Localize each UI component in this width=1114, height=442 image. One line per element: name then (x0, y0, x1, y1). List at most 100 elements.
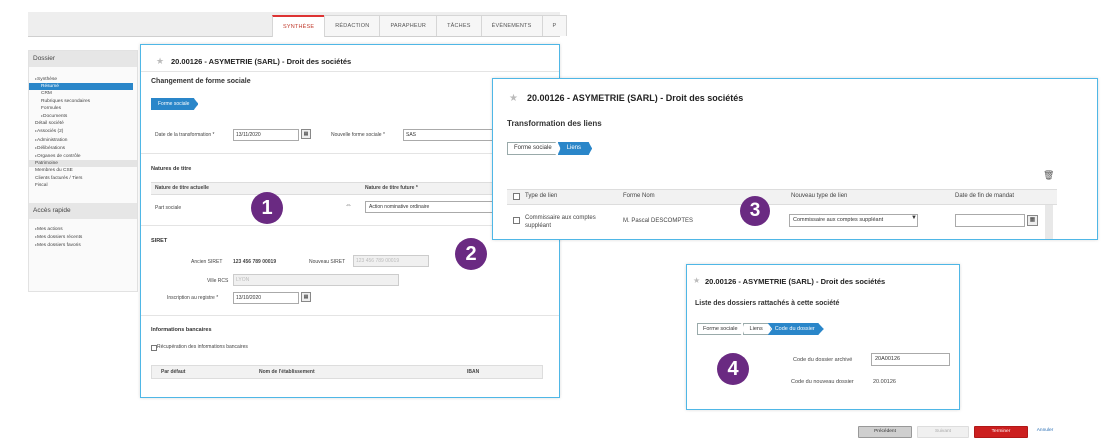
natures-grid-header (151, 182, 551, 195)
sidebar-item-formules[interactable]: Formules (29, 105, 137, 112)
step-badge-4: 4 (717, 353, 749, 385)
panel-dossiers: ★ 20.00126 - ASYMETRIE (SARL) - Droit de… (686, 264, 960, 410)
nouveau-type-select[interactable]: Commissaire aux comptes suppléant (789, 214, 918, 227)
recuperation-label: Récupération des informations bancaires (157, 344, 248, 350)
next-button[interactable]: Suivant (917, 426, 969, 438)
ancien-siret-label: Ancien SIRET (191, 259, 223, 265)
row-nature-actuelle: Part sociale (155, 205, 182, 211)
link-icon: ⇔ (345, 202, 352, 209)
date-transformation-field[interactable]: 13/11/2020 (233, 129, 299, 141)
sidebar-item-cse[interactable]: Membres du CSE (29, 167, 137, 174)
inscription-registre-field[interactable]: 13/10/2020 (233, 292, 299, 304)
ancien-siret-value: 123 456 789 00019 (233, 259, 277, 265)
col-nature-future: Nature de titre future * (365, 185, 418, 191)
panel-title: 20.00126 - ASYMETRIE (SARL) - Droit des … (705, 277, 886, 286)
col-nature-actuelle: Nature de titre actuelle (155, 185, 209, 191)
previous-button[interactable]: Précédent (858, 426, 912, 438)
section-transformation-liens: Transformation des liens (507, 119, 602, 128)
cancel-link[interactable]: Annuler (1030, 426, 1060, 436)
code-archive-label: Code du dossier archivé (793, 357, 853, 363)
crumb-forme-sociale[interactable]: Forme sociale (507, 142, 561, 155)
bank-grid-header (151, 365, 543, 379)
star-icon[interactable]: ★ (156, 56, 164, 67)
sidebar-title-dossier: Dossier (29, 51, 137, 67)
sidebar-item-synthese[interactable]: Synthèse (29, 75, 137, 83)
col-par-defaut: Par défaut (161, 369, 186, 375)
trash-icon[interactable]: 🗑 (1043, 170, 1054, 181)
tab-taches[interactable]: TÂCHES (436, 15, 482, 36)
col-nouveau-type: Nouveau type de lien (791, 193, 848, 199)
section-natures-titre: Natures de titre (151, 166, 192, 172)
sidebar-item-clients[interactable]: Clients facturés / Tiers (29, 175, 137, 182)
section-changement-forme: Changement de forme sociale (151, 78, 251, 85)
chevron-down-icon[interactable]: ▼ (911, 215, 917, 221)
sidebar-item-patrimoine[interactable]: Patrimoine (29, 160, 137, 168)
checkbox-all[interactable] (513, 193, 520, 200)
col-iban: IBAN (467, 369, 480, 375)
star-icon[interactable]: ★ (509, 93, 518, 104)
step-badge-1: 1 (251, 192, 283, 224)
panel-liens: ★ 20.00126 - ASYMETRIE (SARL) - Droit de… (492, 78, 1098, 240)
star-icon[interactable]: ★ (693, 276, 700, 285)
section-dossiers-rattaches: Liste des dossiers rattachés à cette soc… (695, 300, 840, 307)
step-badge-3: 3 (740, 196, 770, 226)
ville-rcs-field[interactable]: LYON (233, 274, 399, 286)
sidebar-item-dossiers-recents[interactable]: Mes dossiers récents (29, 233, 137, 241)
calendar-icon[interactable]: ▦ (301, 129, 311, 139)
sidebar-item-mes-actions[interactable]: Mes actions (29, 225, 137, 233)
section-infos-bancaires: Informations bancaires (151, 327, 212, 333)
sidebar-item-rubriques[interactable]: Rubriques secondaires (29, 98, 137, 105)
breadcrumb: Forme sociale Liens Code du dossier (697, 323, 824, 335)
crumb-liens[interactable]: Liens (557, 142, 593, 155)
tab-more[interactable]: P (541, 15, 568, 36)
crumb-liens[interactable]: Liens (742, 323, 771, 335)
tab-bar: SYNTHÈSE RÉDACTION PARAPHEUR TÂCHES ÉVÈN… (272, 15, 568, 37)
sidebar-item-administration[interactable]: Administration (29, 136, 137, 144)
section-siret: SIRET (151, 238, 168, 244)
crumb-forme-sociale[interactable]: Forme sociale (151, 98, 199, 110)
row-forme-nom: M. Pascal DESCOMPTES (623, 218, 694, 224)
sidebar-item-associes[interactable]: Associés (2) (29, 127, 137, 135)
col-date-fin: Date de fin de mandat (955, 193, 1015, 199)
nouveau-siret-field[interactable]: 123 456 789 00019 (353, 255, 429, 267)
calendar-icon[interactable]: ▦ (1027, 215, 1038, 226)
sidebar-item-documents[interactable]: Documents (29, 112, 137, 120)
inscription-registre-label: Inscription au registre * (167, 295, 219, 301)
crumb-forme-sociale[interactable]: Forme sociale (697, 323, 746, 335)
sidebar-title-acces-rapide: Accès rapide (29, 203, 137, 220)
scrollbar[interactable] (1045, 205, 1053, 239)
col-etablissement: Nom de l'établissement (259, 369, 315, 375)
sidebar: Dossier Synthèse Résumé CRM Rubriques se… (28, 50, 138, 292)
calendar-icon[interactable]: ▦ (301, 292, 311, 302)
sidebar-item-organes[interactable]: Organes de contrôle (29, 152, 137, 160)
checkbox-row[interactable] (513, 217, 520, 224)
nouvelle-forme-label: Nouvelle forme sociale * (331, 132, 385, 138)
col-type-lien: Type de lien (525, 193, 558, 199)
sidebar-item-crm[interactable]: CRM (29, 90, 137, 97)
panel-title: 20.00126 - ASYMETRIE (SARL) - Droit des … (527, 93, 744, 103)
panel-title: 20.00126 - ASYMETRIE (SARL) - Droit des … (171, 57, 352, 66)
date-fin-mandat-field[interactable] (955, 214, 1025, 227)
date-transformation-label: Date de la transformation * (155, 132, 215, 138)
crumb-code-dossier[interactable]: Code du dossier (767, 323, 824, 335)
sidebar-item-deliberations[interactable]: Délibérations (29, 144, 137, 152)
nature-future-select[interactable]: Action nominative ordinaire (365, 201, 500, 213)
col-forme-nom: Forme Nom (623, 193, 655, 199)
breadcrumb: Forme sociale Liens (507, 142, 593, 155)
code-nouveau-value: 20.00126 (873, 379, 896, 385)
finish-button[interactable]: Terminer (974, 426, 1028, 438)
code-archive-field[interactable]: 20A00126 (871, 353, 950, 366)
sidebar-item-dossiers-favoris[interactable]: Mes dossiers favoris (29, 241, 137, 249)
sidebar-item-fiscal[interactable]: Fiscal (29, 182, 137, 189)
tab-redaction[interactable]: RÉDACTION (324, 15, 381, 36)
step-badge-2: 2 (455, 238, 487, 270)
breadcrumb: Forme sociale (151, 98, 199, 110)
tab-synthese[interactable]: SYNTHÈSE (272, 15, 326, 37)
tab-parapheur[interactable]: PARAPHEUR (379, 15, 438, 36)
sidebar-item-resume[interactable]: Résumé (29, 83, 133, 91)
sidebar-item-detail-societe[interactable]: Détail société (29, 120, 137, 127)
code-nouveau-label: Code du nouveau dossier (791, 379, 854, 385)
tab-evenements[interactable]: ÉVÈNEMENTS (480, 15, 543, 36)
ville-rcs-label: Ville RCS (207, 278, 229, 284)
nouveau-siret-label: Nouveau SIRET (309, 259, 346, 265)
